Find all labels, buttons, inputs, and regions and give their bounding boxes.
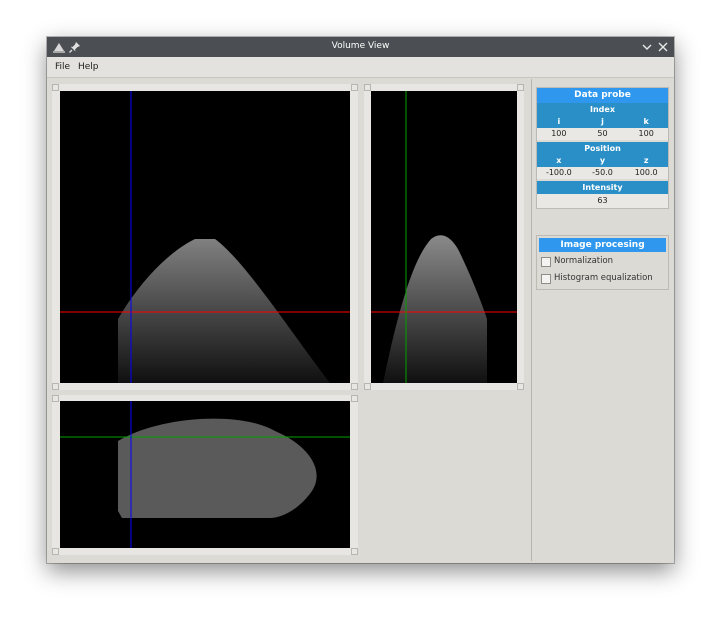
view-resize-handle[interactable]: [52, 395, 59, 402]
view-resize-handle[interactable]: [364, 84, 371, 91]
position-value-x: -100.0: [545, 168, 572, 177]
position-label: Position: [537, 142, 668, 155]
coronal-image[interactable]: [60, 401, 350, 548]
index-value-j: 50: [597, 129, 608, 138]
histogram-equalization-label[interactable]: Histogram equalization: [554, 273, 653, 283]
coronal-view[interactable]: [52, 395, 358, 555]
axial-slice-canvas: [60, 91, 350, 383]
sagittal-view[interactable]: [364, 84, 524, 390]
index-columns: i j k: [537, 116, 668, 128]
view-resize-handle[interactable]: [52, 383, 59, 390]
data-probe-group: Data probe Index i j k 100 50 100 Positi…: [536, 87, 669, 209]
view-resize-handle[interactable]: [351, 84, 358, 91]
menu-bar: File Help: [47, 57, 674, 78]
sagittal-image[interactable]: [371, 91, 517, 383]
position-columns: x y z: [537, 155, 668, 167]
index-label: Index: [537, 103, 668, 116]
window-title: Volume View: [331, 41, 390, 51]
menu-file[interactable]: File: [55, 62, 70, 72]
index-col-j: j: [601, 117, 604, 126]
position-col-x: x: [556, 156, 562, 165]
index-col-i: i: [557, 117, 561, 126]
view-resize-handle[interactable]: [52, 548, 59, 555]
position-values: -100.0 -50.0 100.0: [537, 167, 668, 179]
coronal-slice-canvas: [60, 401, 350, 548]
view-resize-handle[interactable]: [517, 383, 524, 390]
view-resize-handle[interactable]: [351, 548, 358, 555]
position-col-y: y: [599, 156, 606, 165]
sagittal-slice-canvas: [371, 91, 517, 383]
position-value-y: -50.0: [592, 168, 613, 177]
histogram-equalization-option[interactable]: Histogram equalization: [537, 270, 668, 287]
data-probe-title: Data probe: [537, 88, 668, 103]
position-value-z: 100.0: [634, 168, 658, 177]
chevron-down-icon[interactable]: [639, 39, 655, 55]
view-resize-handle[interactable]: [52, 84, 59, 91]
normalization-checkbox[interactable]: [541, 257, 551, 267]
view-resize-handle[interactable]: [517, 84, 524, 91]
index-value-i: 100: [551, 129, 567, 138]
image-processing-title: Image procesing: [539, 238, 666, 252]
title-bar: Volume View: [47, 37, 674, 57]
volume-cross-section: [118, 418, 317, 518]
index-values: 100 50 100: [537, 128, 668, 140]
index-col-k: k: [643, 117, 649, 126]
normalization-option[interactable]: Normalization: [537, 253, 668, 270]
position-col-z: z: [643, 156, 649, 165]
view-resize-handle[interactable]: [351, 383, 358, 390]
index-value-k: 100: [638, 129, 654, 138]
normalization-label[interactable]: Normalization: [554, 256, 613, 266]
axial-image[interactable]: [60, 91, 350, 383]
side-panel: Data probe Index i j k 100 50 100 Positi…: [531, 79, 673, 561]
volume-cross-section: [118, 239, 330, 383]
menu-help[interactable]: Help: [78, 62, 99, 72]
intensity-row: 63: [537, 194, 668, 208]
close-icon[interactable]: [655, 39, 671, 55]
intensity-label: Intensity: [537, 181, 668, 194]
histogram-equalization-checkbox[interactable]: [541, 274, 551, 284]
volume-cross-section: [383, 235, 487, 383]
axial-view[interactable]: [52, 84, 358, 390]
image-processing-group: Image procesing Normalization Histogram …: [536, 235, 669, 290]
volume-view-window: Volume View File Help Data probe Index i…: [47, 37, 674, 563]
view-resize-handle[interactable]: [364, 383, 371, 390]
intensity-value: 63: [597, 196, 608, 205]
views-area: [49, 79, 529, 561]
view-resize-handle[interactable]: [351, 395, 358, 402]
